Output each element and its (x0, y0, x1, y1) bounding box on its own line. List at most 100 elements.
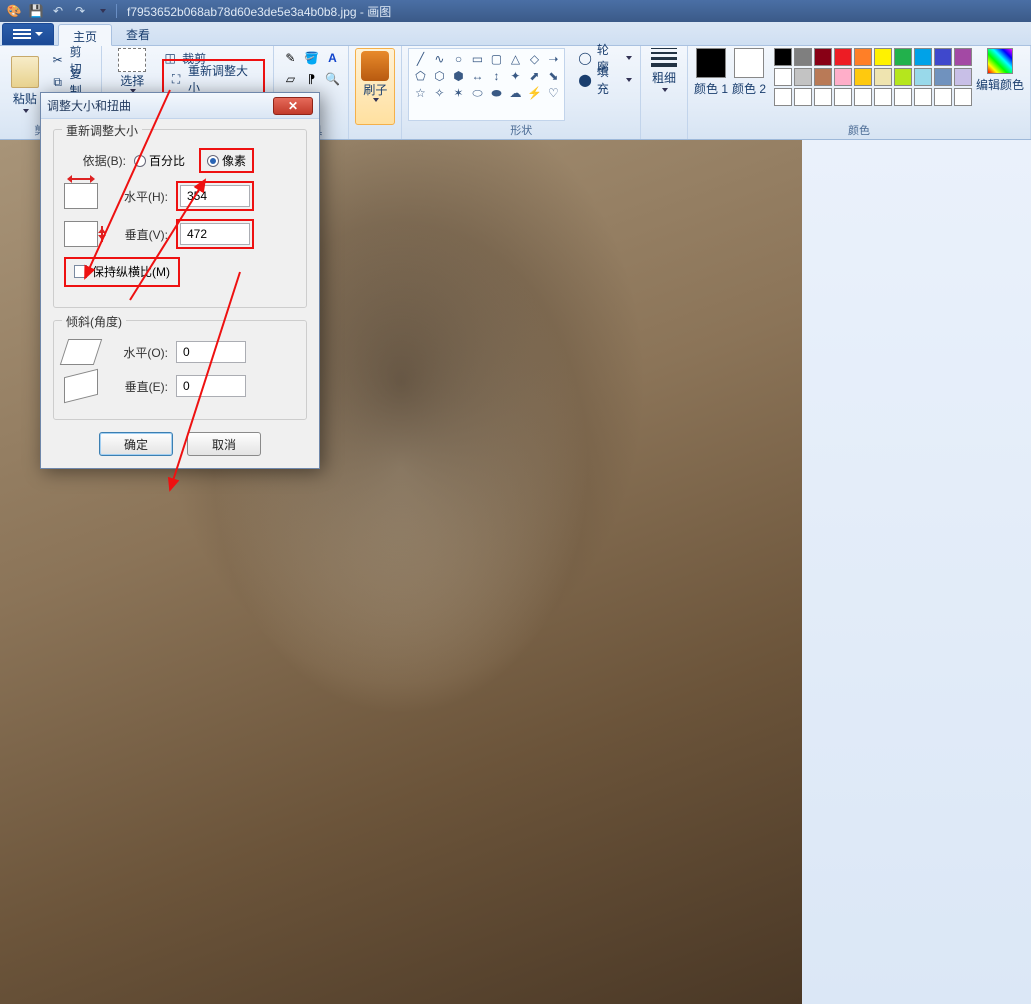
group-label: 颜色 (694, 121, 1024, 139)
vertical-input[interactable]: 472 (180, 223, 250, 245)
color-swatch[interactable] (834, 48, 852, 66)
color-swatch[interactable] (934, 48, 952, 66)
group-brushes: 刷子 (349, 46, 402, 139)
color2-button[interactable]: 颜色 2 (732, 48, 766, 97)
redo-icon[interactable]: ↷ (70, 2, 90, 20)
window-title: f7953652b068ab78d60e3de5e3a4b0b8.jpg - 画… (127, 3, 391, 20)
color-swatch[interactable] (794, 88, 812, 106)
color-swatch[interactable] (854, 68, 872, 86)
color-swatch[interactable] (774, 68, 792, 86)
skew-v-input[interactable]: 0 (176, 375, 246, 397)
group-label: 形状 (408, 121, 634, 139)
color-swatch[interactable] (774, 48, 792, 66)
zoom-tool[interactable]: 🔍 (322, 69, 342, 89)
color-swatch[interactable] (894, 68, 912, 86)
dialog-title: 调整大小和扭曲 (47, 97, 131, 114)
skew-h-icon (60, 339, 102, 365)
vertical-icon (64, 221, 98, 247)
scissors-icon: ✂ (50, 52, 66, 68)
shapes-gallery[interactable]: ╱∿○▭▢△◇➝ ⬠⬡⬢↔↕✦⬈⬊ ☆✧✶⬭⬬☁⚡♡ (408, 48, 565, 121)
color-swatch[interactable] (954, 88, 972, 106)
color-swatch[interactable] (814, 88, 832, 106)
tab-view[interactable]: 查看 (112, 23, 164, 45)
palette-row[interactable] (774, 88, 972, 106)
color-swatch[interactable] (934, 68, 952, 86)
resize-fieldset: 重新调整大小 依据(B): 百分比 像素 水平(H): 354 垂直(V): 4… (53, 129, 307, 308)
qat-dropdown-icon[interactable] (92, 2, 112, 20)
copy-icon: ⧉ (50, 74, 66, 90)
resize-icon: ⛶ (168, 71, 184, 87)
skew-v-icon (64, 369, 98, 403)
palette-row[interactable] (774, 68, 972, 86)
skew-h-input[interactable]: 0 (176, 341, 246, 363)
brush-icon (361, 51, 389, 81)
resize-skew-dialog: 调整大小和扭曲 ✕ 重新调整大小 依据(B): 百分比 像素 水平(H): 35… (40, 92, 320, 469)
window-titlebar: 🎨 💾 ↶ ↷ f7953652b068ab78d60e3de5e3a4b0b8… (0, 0, 1031, 22)
skew-h-label: 水平(O): (106, 344, 168, 361)
v-label: 垂直(V): (106, 226, 168, 243)
color-swatch[interactable] (834, 88, 852, 106)
save-icon[interactable]: 💾 (26, 2, 46, 20)
color1-button[interactable]: 颜色 1 (694, 48, 728, 97)
resize-button[interactable]: ⛶ 重新调整大小 (160, 69, 267, 89)
palette-row[interactable] (774, 48, 972, 66)
color-swatch[interactable] (914, 48, 932, 66)
app-icon: 🎨 (4, 2, 24, 20)
group-colors: 颜色 1 颜色 2 编辑颜色 颜色 (688, 46, 1031, 139)
color-swatch[interactable] (874, 88, 892, 106)
dialog-titlebar[interactable]: 调整大小和扭曲 ✕ (41, 93, 319, 119)
brush-button[interactable]: 刷子 (355, 48, 395, 125)
fill-tool[interactable]: 🪣 (301, 48, 321, 68)
shape-fill-button[interactable]: ⬤填充 (575, 70, 634, 90)
text-tool[interactable]: A (322, 48, 342, 68)
color-swatch[interactable] (954, 48, 972, 66)
color-swatch[interactable] (914, 88, 932, 106)
radio-percent[interactable]: 百分比 (134, 152, 185, 169)
color-swatch[interactable] (814, 68, 832, 86)
radio-pixels[interactable]: 像素 (207, 152, 246, 169)
rainbow-icon (987, 48, 1013, 74)
skew-v-label: 垂直(E): (106, 378, 168, 395)
color-swatch[interactable] (914, 68, 932, 86)
skew-fieldset: 倾斜(角度) 水平(O): 0 垂直(E): 0 (53, 320, 307, 420)
color-swatch[interactable] (894, 48, 912, 66)
file-menu-button[interactable] (2, 23, 54, 45)
pencil-tool[interactable]: ✎ (280, 48, 300, 68)
fill-icon: ⬤ (577, 72, 592, 88)
color2-swatch (734, 48, 764, 78)
by-label: 依据(B): (64, 152, 126, 169)
h-label: 水平(H): (106, 188, 168, 205)
color-swatch[interactable] (894, 88, 912, 106)
paste-button[interactable]: 粘贴 (6, 48, 44, 121)
edit-colors-button[interactable]: 编辑颜色 (976, 48, 1024, 93)
color-swatch[interactable] (934, 88, 952, 106)
ok-button[interactable]: 确定 (99, 432, 173, 456)
color-swatch[interactable] (774, 88, 792, 106)
color-swatch[interactable] (794, 68, 812, 86)
color-swatch[interactable] (874, 68, 892, 86)
outline-icon: ◯ (577, 50, 592, 66)
keep-ratio-checkbox[interactable]: 保持纵横比(M) (74, 263, 170, 280)
color-swatch[interactable] (854, 48, 872, 66)
color-swatch[interactable] (854, 88, 872, 106)
size-button[interactable]: 粗细 (647, 48, 681, 125)
color-swatch[interactable] (834, 68, 852, 86)
horizontal-icon (64, 183, 98, 209)
horizontal-input[interactable]: 354 (180, 185, 250, 207)
color-swatch[interactable] (814, 48, 832, 66)
undo-icon[interactable]: ↶ (48, 2, 68, 20)
copy-button[interactable]: ⧉复制 (48, 72, 96, 92)
cancel-button[interactable]: 取消 (187, 432, 261, 456)
legend: 倾斜(角度) (62, 313, 126, 330)
color1-swatch (696, 48, 726, 78)
eraser-tool[interactable]: ▱ (280, 69, 300, 89)
close-button[interactable]: ✕ (273, 97, 313, 115)
legend: 重新调整大小 (62, 122, 142, 139)
color-swatch[interactable] (874, 48, 892, 66)
size-icon (651, 48, 677, 67)
color-swatch[interactable] (954, 68, 972, 86)
picker-tool[interactable]: ⁋ (301, 69, 321, 89)
color-swatch[interactable] (794, 48, 812, 66)
ribbon-tabs: 主页 查看 (0, 22, 1031, 46)
clipboard-icon (11, 56, 39, 88)
